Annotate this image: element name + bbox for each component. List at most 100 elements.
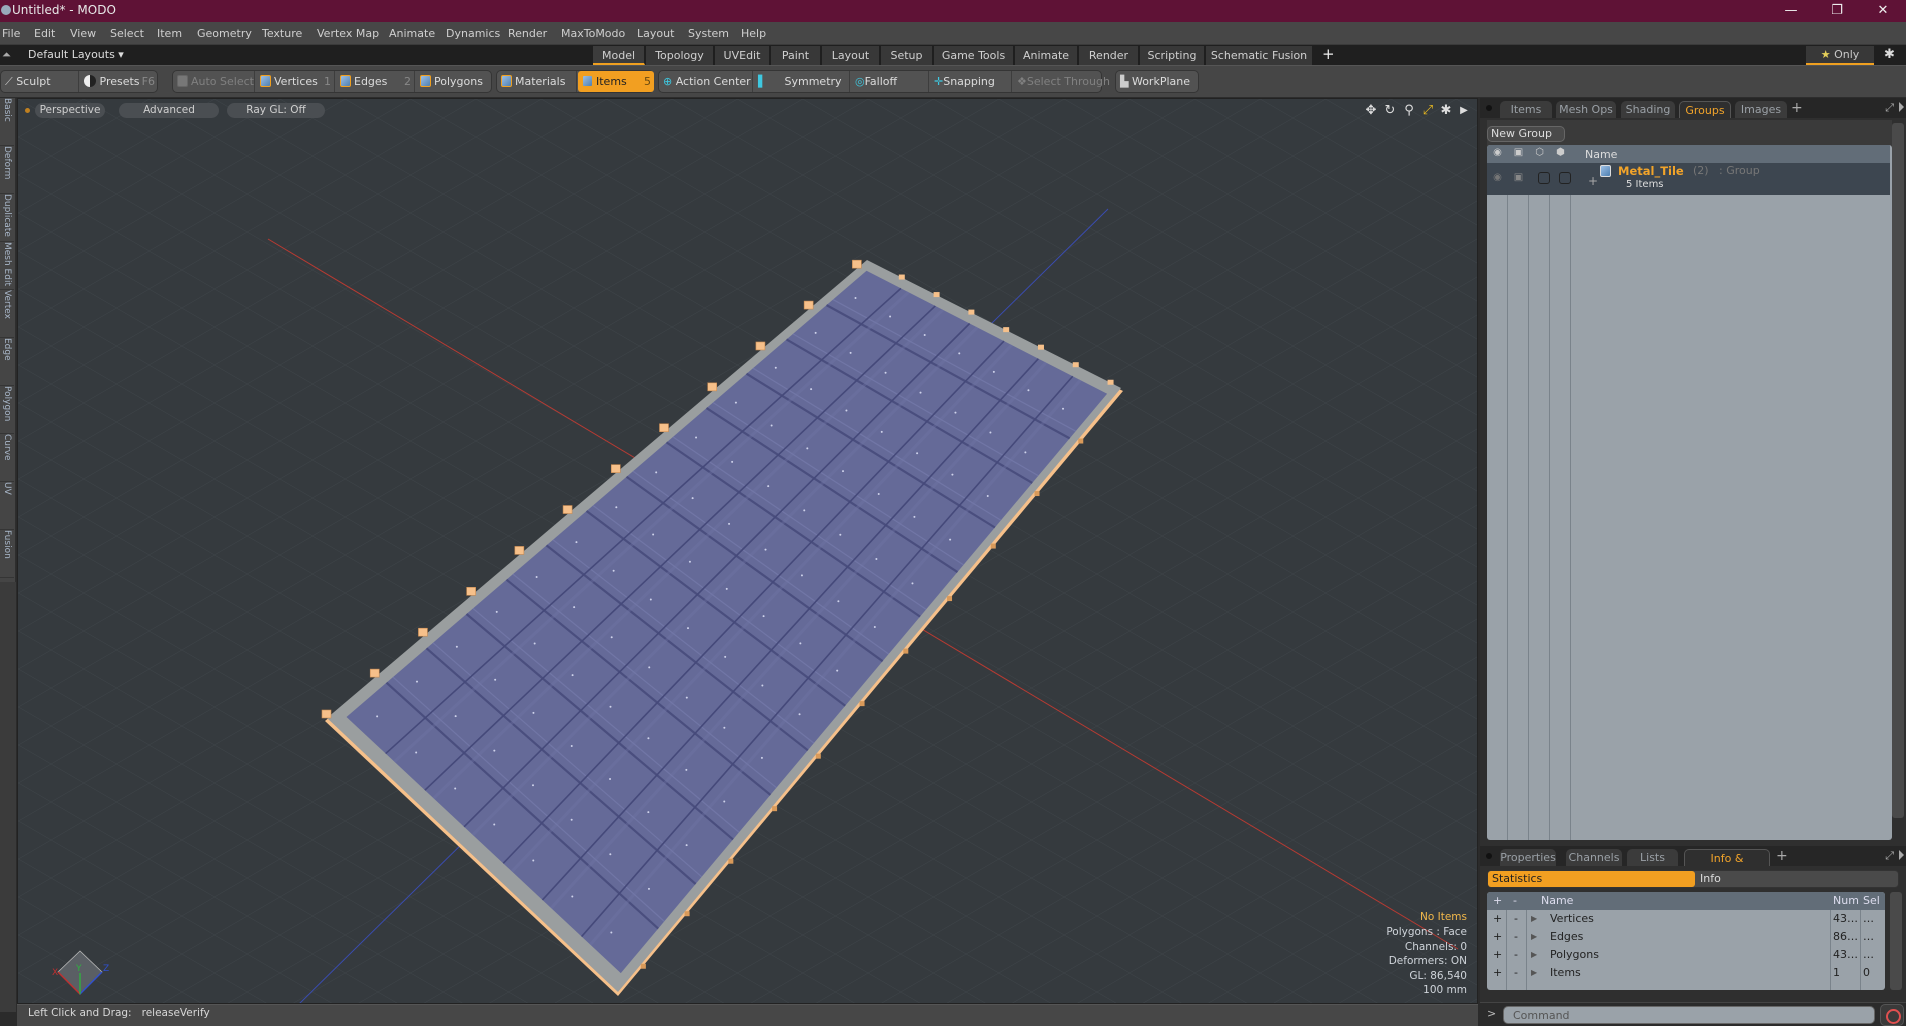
menu-edit[interactable]: Edit (34, 27, 55, 40)
menu-layout[interactable]: Layout (637, 27, 674, 40)
only-toggle[interactable]: ★ Only (1806, 46, 1874, 65)
presets-button[interactable]: Presets F6 (80, 71, 158, 92)
tab-images[interactable]: Images (1735, 101, 1787, 118)
menu-file[interactable]: File (2, 27, 20, 40)
menu-item[interactable]: Item (157, 27, 182, 40)
tab-shading[interactable]: Shading (1621, 101, 1675, 118)
select-through-button[interactable]: ❖Select Through (1013, 71, 1110, 92)
panel-menu-icon[interactable] (1899, 102, 1904, 112)
expand-arrow-icon[interactable]: ▶ (1531, 968, 1537, 977)
tab-setup[interactable]: Setup (881, 46, 933, 65)
view-mode-button[interactable]: Perspective (35, 103, 105, 118)
rotate-icon[interactable]: ↻ (1382, 103, 1398, 119)
sculpt-button[interactable]: ⟋ Sculpt (1, 71, 79, 92)
menu-render[interactable]: Render (508, 27, 547, 40)
new-group-button[interactable]: New Group (1487, 126, 1565, 142)
workplane-button[interactable]: ▙ WorkPlane (1116, 71, 1198, 92)
select-toggle[interactable] (1559, 172, 1571, 184)
remove-button[interactable]: - (1514, 912, 1518, 925)
tab-properties[interactable]: Properties (1500, 849, 1556, 866)
vertices-button[interactable]: Vertices 1 (256, 71, 335, 92)
polygons-button[interactable]: Polygons (416, 71, 492, 92)
items-button[interactable]: Items 5 (578, 71, 654, 92)
tool-tab-basic[interactable]: Basic (0, 98, 14, 146)
stats-row[interactable]: + - ▶ Vertices 43… … (1487, 910, 1885, 928)
record-macro-button[interactable] (1880, 1004, 1904, 1026)
tool-tab-fusion[interactable]: Fusion (0, 530, 14, 578)
fit-view-icon[interactable]: ⤢ (1420, 103, 1436, 119)
tab-lists[interactable]: Lists (1627, 849, 1678, 866)
add-button[interactable]: + (1493, 966, 1502, 979)
add-button[interactable]: + (1493, 930, 1502, 943)
tab-layout[interactable]: Layout (822, 46, 880, 65)
tab-animate[interactable]: Animate (1015, 46, 1078, 65)
remove-button[interactable]: - (1514, 948, 1518, 961)
zoom-icon[interactable]: ⚲ (1401, 103, 1417, 119)
menu-texture[interactable]: Texture (262, 27, 302, 40)
maximize-button[interactable]: ❐ (1814, 0, 1860, 22)
menu-system[interactable]: System (688, 27, 729, 40)
tool-tab-duplicate[interactable]: Duplicate (0, 194, 14, 242)
stats-row[interactable]: + - ▶ Edges 86… … (1487, 928, 1885, 946)
add-button[interactable]: + (1493, 912, 1502, 925)
menu-view[interactable]: View (70, 27, 96, 40)
tab-channels[interactable]: Channels (1566, 849, 1622, 866)
groups-scrollbar[interactable] (1892, 123, 1904, 818)
menu-dynamics[interactable]: Dynamics (446, 27, 500, 40)
expand-group-button[interactable]: + (1588, 174, 1598, 188)
tab-info-statistics[interactable]: Info & Statistics (1684, 849, 1770, 882)
tool-tab-mesh-edit[interactable]: Mesh Edit (0, 242, 14, 290)
menu-maxtomodo[interactable]: MaxToModo (561, 27, 625, 40)
tab-uvedit[interactable]: UVEdit (715, 46, 770, 65)
viewport-settings-icon[interactable]: ✱ (1438, 103, 1454, 119)
subtab-statistics[interactable]: Statistics (1488, 871, 1695, 887)
shading-mode-button[interactable]: Advanced (119, 103, 219, 118)
tab-topology[interactable]: Topology (646, 46, 714, 65)
snapping-button[interactable]: ✛Snapping (930, 71, 1012, 92)
symmetry-button[interactable]: ▌ Symmetry (754, 71, 850, 92)
stats-row[interactable]: + - ▶ Items 1 0 (1487, 964, 1885, 982)
menu-animate[interactable]: Animate (389, 27, 435, 40)
group-name[interactable]: Metal_Tile (1618, 164, 1684, 178)
expand-icon[interactable]: ⤢ (1885, 849, 1894, 863)
tab-groups[interactable]: Groups (1679, 101, 1731, 118)
tab-scripting[interactable]: Scripting (1140, 46, 1205, 65)
viewport-more-icon[interactable]: ▶ (1456, 103, 1472, 119)
menu-vertex-map[interactable]: Vertex Map (317, 27, 379, 40)
menu-geometry[interactable]: Geometry (197, 27, 252, 40)
render-toggle[interactable]: ▣ (1512, 172, 1525, 185)
panel-menu-icon[interactable] (1899, 850, 1904, 860)
visibility-toggle[interactable]: ◉ (1491, 172, 1504, 185)
statistics-scrollbar[interactable] (1890, 892, 1902, 990)
add-tab-button[interactable]: + (1776, 848, 1788, 864)
expand-arrow-icon[interactable]: ▶ (1531, 932, 1537, 941)
materials-button[interactable]: Materials (497, 71, 577, 92)
expand-arrow-icon[interactable]: ▶ (1531, 914, 1537, 923)
action-center-button[interactable]: ⊕ Action Center (659, 71, 753, 92)
stats-row[interactable]: + - ▶ Polygons 43… … (1487, 946, 1885, 964)
tab-schematic-fusion[interactable]: Schematic Fusion (1206, 46, 1313, 65)
tool-tab-curve[interactable]: Curve (0, 434, 14, 482)
menu-select[interactable]: Select (110, 27, 144, 40)
layouts-dropdown[interactable]: Default Layouts ▾ (28, 48, 124, 61)
auto-select-button[interactable]: Auto Select (173, 71, 255, 92)
minimize-button[interactable]: — (1768, 0, 1814, 22)
collapse-up-icon[interactable]: ⏶ (2, 48, 11, 62)
tool-tab-deform[interactable]: Deform (0, 146, 14, 194)
add-tab-button[interactable]: + (1791, 100, 1803, 116)
tool-tab-polygon[interactable]: Polygon (0, 386, 14, 434)
subtab-info[interactable]: Info (1700, 871, 1721, 887)
close-button[interactable]: ✕ (1860, 0, 1906, 22)
tab-items[interactable]: Items (1500, 101, 1552, 118)
tool-tab-edge[interactable]: Edge (0, 338, 14, 386)
tab-mesh-ops[interactable]: Mesh Ops (1556, 101, 1616, 118)
expand-icon[interactable]: ⤢ (1885, 101, 1894, 115)
edges-button[interactable]: Edges 2 (336, 71, 415, 92)
tab-render[interactable]: Render (1079, 46, 1139, 65)
tab-model[interactable]: Model (593, 46, 645, 65)
add-layout-tab-button[interactable]: + (1322, 45, 1335, 63)
tool-tab-uv[interactable]: UV (0, 482, 14, 530)
menu-help[interactable]: Help (741, 27, 766, 40)
3d-viewport[interactable]: X Y Z Perspective Advanced Ray GL: Off ✥… (17, 98, 1478, 1004)
lock-toggle[interactable] (1538, 172, 1550, 184)
